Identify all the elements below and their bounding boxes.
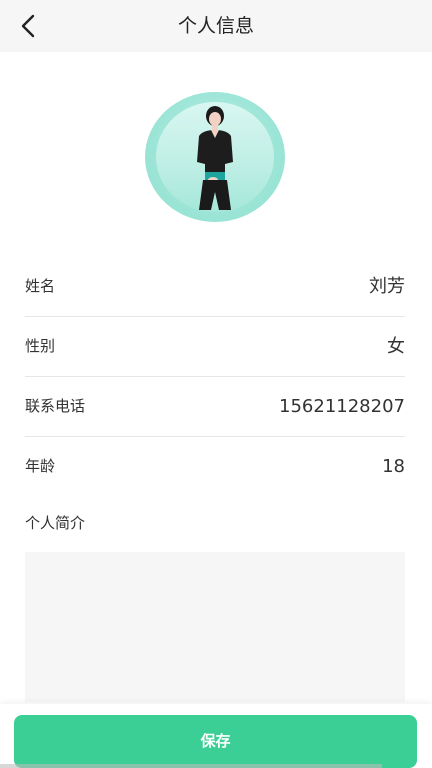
field-row-age[interactable]: 年龄 18 — [25, 437, 405, 496]
gender-value[interactable]: 女 — [387, 317, 405, 376]
intro-textarea[interactable] — [25, 552, 405, 702]
scroll-indicator — [0, 764, 382, 768]
name-label: 姓名 — [25, 277, 56, 295]
gender-label: 性别 — [25, 337, 56, 355]
field-row-phone[interactable]: 联系电话 15621128207 — [25, 377, 405, 437]
person-photo — [197, 106, 233, 210]
name-value[interactable]: 刘芳 — [369, 257, 405, 316]
profile-page: 个人信息 姓名 刘芳 性别 女 联系电话 15621128207 年龄 18 个… — [0, 0, 432, 768]
page-title: 个人信息 — [177, 15, 254, 37]
save-button[interactable]: 保存 — [14, 715, 417, 768]
phone-value[interactable]: 15621128207 — [279, 377, 405, 436]
avatar[interactable] — [145, 92, 285, 222]
field-row-gender[interactable]: 性别 女 — [25, 317, 405, 377]
phone-label: 联系电话 — [25, 397, 86, 415]
field-row-name[interactable]: 姓名 刘芳 — [25, 257, 405, 317]
age-value[interactable]: 18 — [382, 437, 405, 496]
intro-label: 个人简介 — [25, 514, 86, 532]
age-label: 年龄 — [25, 457, 56, 475]
top-bar: 个人信息 — [0, 0, 432, 52]
